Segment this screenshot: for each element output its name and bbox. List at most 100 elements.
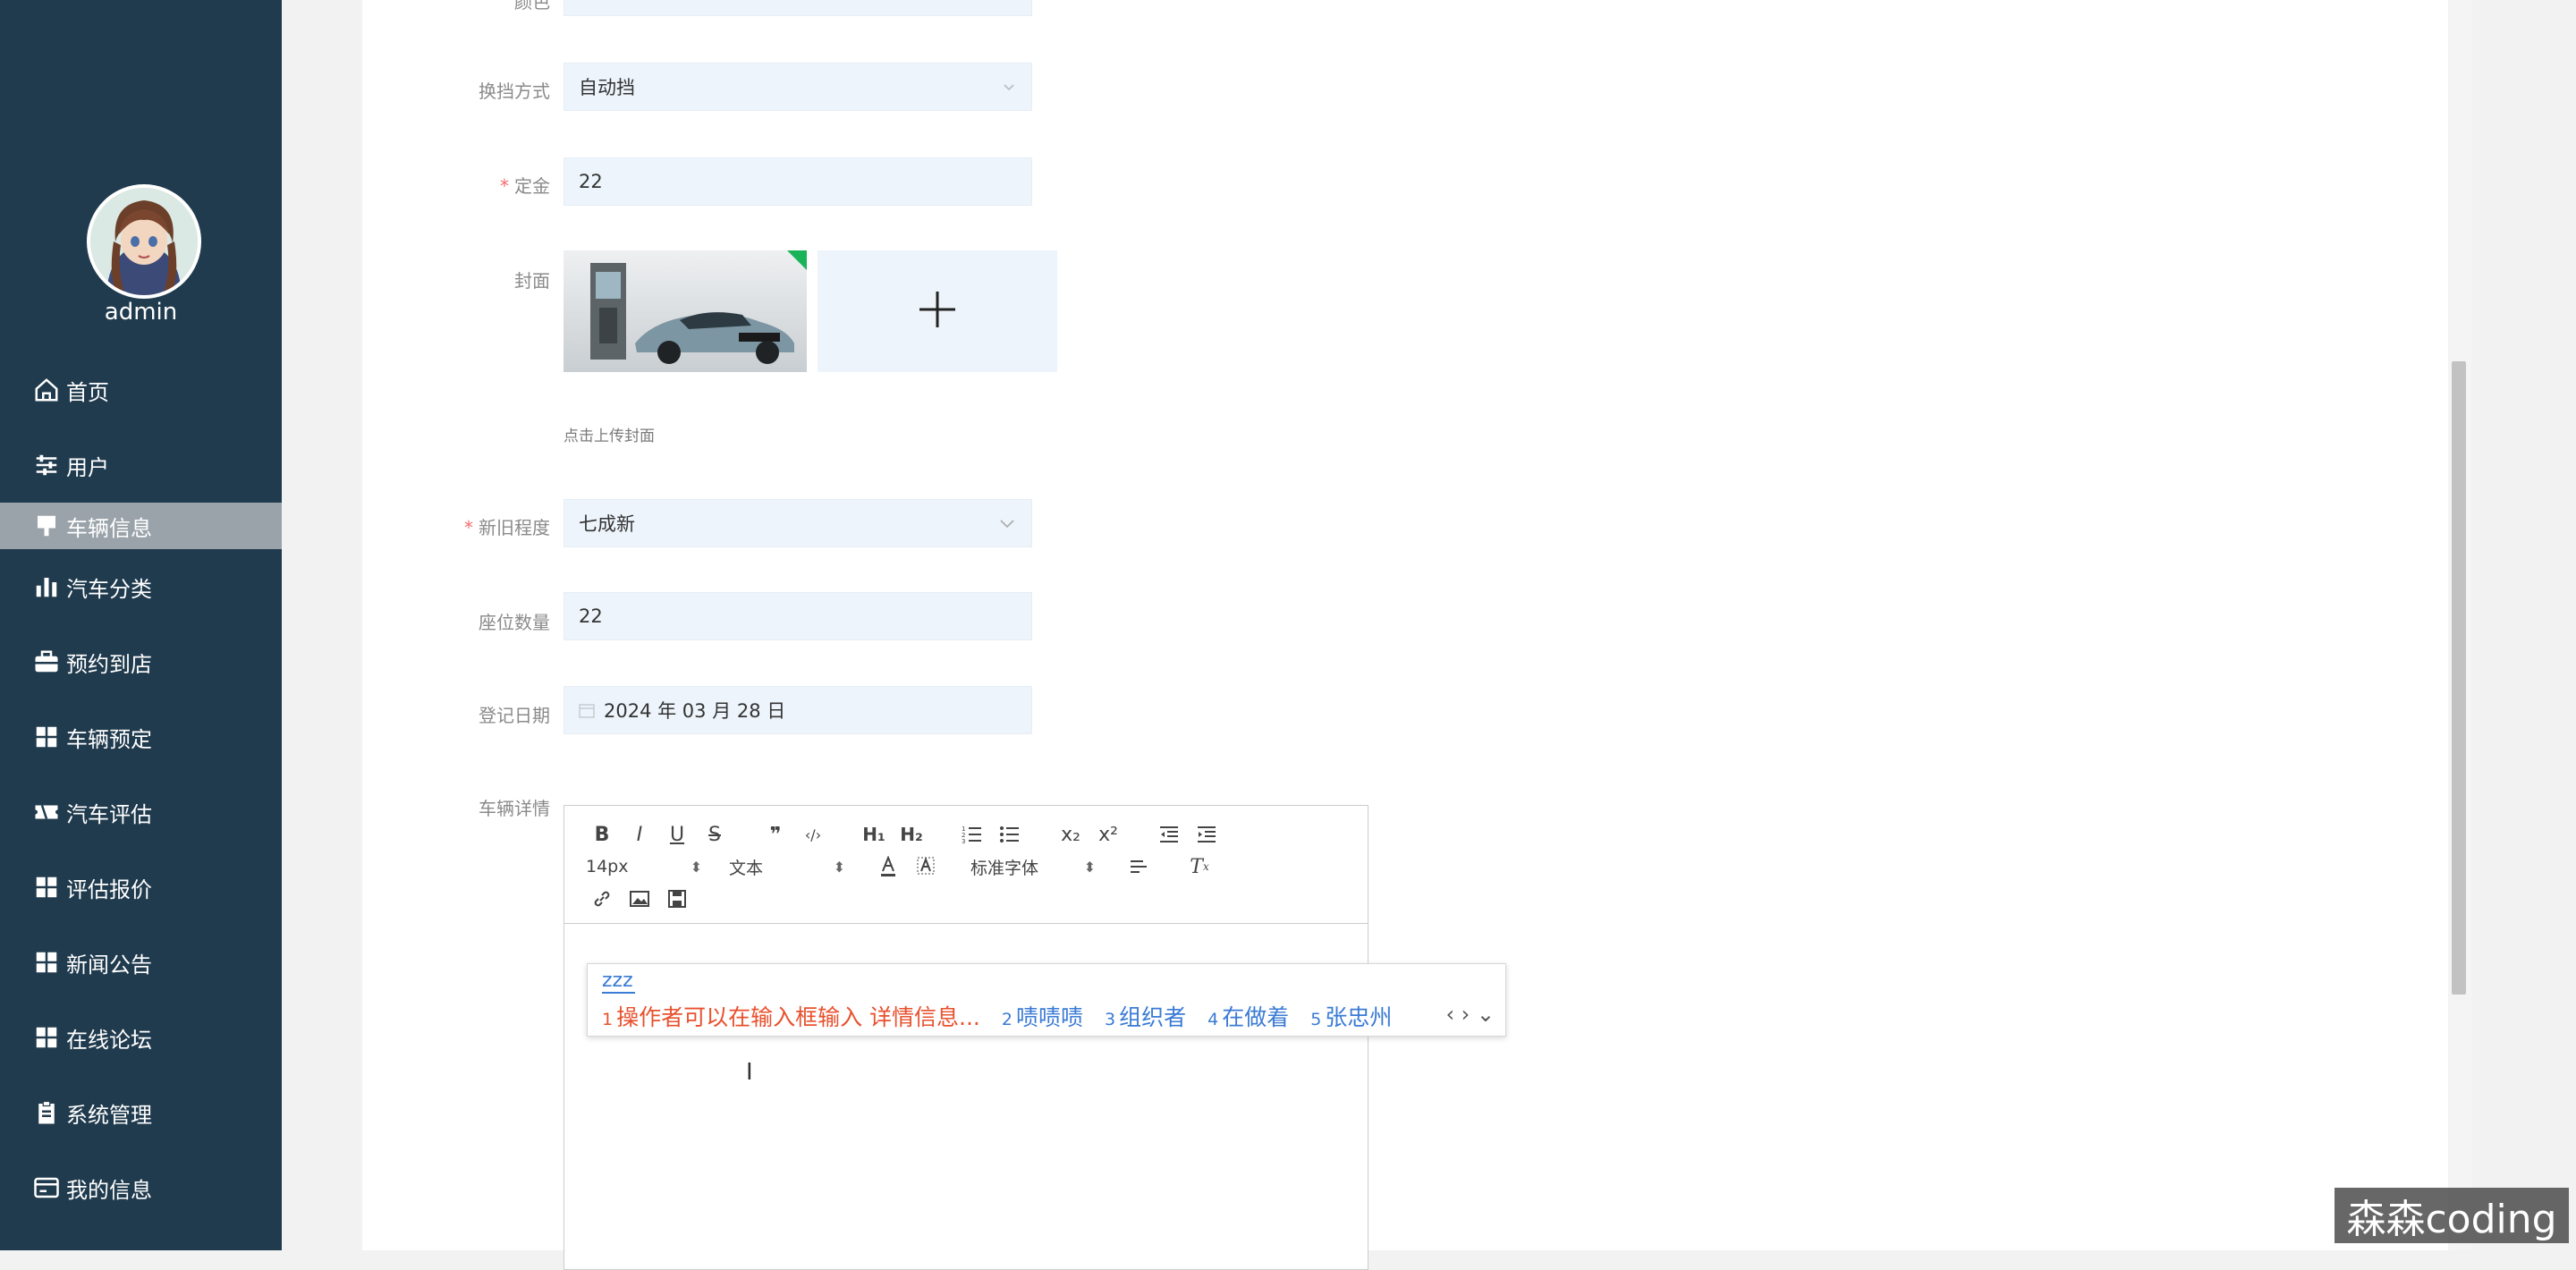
upload-cover-button[interactable] bbox=[818, 250, 1057, 372]
sidebar-item-forum[interactable]: 在线论坛 bbox=[0, 1000, 282, 1075]
sidebar-menu: 首页 用户 车辆信息 汽车分类 预约到店 车辆预定 汽车评估 评估报价 新闻公告… bbox=[0, 352, 282, 1225]
scrollbar-thumb[interactable] bbox=[2452, 361, 2466, 995]
sidebar-item-label: 新闻公告 bbox=[66, 952, 152, 978]
sidebar-item-label: 评估报价 bbox=[66, 876, 152, 902]
align-left-icon[interactable] bbox=[1123, 851, 1155, 882]
candidate-text: 张忠州 bbox=[1325, 1004, 1393, 1030]
sidebar-item-car-evaluation[interactable]: 汽车评估 bbox=[0, 775, 282, 850]
gear-value: 自动挡 bbox=[579, 77, 635, 98]
car-photo bbox=[564, 250, 807, 372]
toolbar-row-1: B I U S ❞ ‹/› H₁ H₂ 123 x₂ x² bbox=[586, 818, 1228, 851]
candidate-index: 4 bbox=[1208, 1010, 1219, 1029]
svg-text:3: 3 bbox=[962, 838, 965, 844]
font-size-value: 14px bbox=[586, 857, 629, 876]
sidebar-item-label: 预约到店 bbox=[66, 651, 152, 677]
ime-candidate[interactable]: 4 在做着 bbox=[1208, 1000, 1289, 1032]
sidebar: admin 首页 用户 车辆信息 汽车分类 预约到店 车辆预定 汽车评估 评估报… bbox=[0, 0, 282, 1250]
sidebar-item-label: 我的信息 bbox=[66, 1177, 152, 1203]
seats-input[interactable]: 22 bbox=[564, 592, 1032, 640]
sidebar-item-label: 用户 bbox=[66, 454, 109, 480]
outdent-icon[interactable] bbox=[1153, 819, 1185, 850]
sidebar-item-car-category[interactable]: 汽车分类 bbox=[0, 549, 282, 624]
reg-date-picker[interactable]: 2024 年 03 月 28 日 bbox=[564, 686, 1032, 734]
ime-candidate[interactable]: 2 啧啧啧 bbox=[1002, 1000, 1083, 1032]
candidate-text: 在做着 bbox=[1222, 1004, 1290, 1030]
scrollbar[interactable] bbox=[2448, 0, 2471, 1250]
select-arrows-icon: ⬍ bbox=[1083, 858, 1096, 876]
candidate-text: 操作者可以在输入框输入 详情信息... bbox=[616, 1004, 980, 1030]
sidebar-item-news[interactable]: 新闻公告 bbox=[0, 925, 282, 1000]
seats-value: 22 bbox=[579, 605, 603, 627]
sidebar-item-label: 系统管理 bbox=[66, 1102, 152, 1128]
ime-candidate[interactable]: 5 张忠州 bbox=[1310, 1000, 1392, 1032]
bullet-list-icon[interactable] bbox=[994, 819, 1026, 850]
sidebar-item-label: 在线论坛 bbox=[66, 1027, 152, 1053]
candidate-index: 2 bbox=[1001, 1010, 1013, 1029]
image-icon[interactable] bbox=[623, 884, 656, 914]
gear-select[interactable]: 自动挡 bbox=[564, 63, 1032, 111]
font-color-icon[interactable] bbox=[872, 851, 904, 882]
italic-button[interactable]: I bbox=[623, 819, 656, 850]
font-family-select[interactable]: 标准字体 ⬍ bbox=[970, 855, 1096, 879]
indent-icon[interactable] bbox=[1191, 819, 1223, 850]
block-type-select[interactable]: 文本 ⬍ bbox=[729, 855, 845, 879]
ime-candidate[interactable]: 1 操作者可以在输入框输入 详情信息... bbox=[602, 1000, 980, 1032]
condition-value: 七成新 bbox=[579, 513, 635, 535]
gear-label: 换挡方式 bbox=[479, 80, 550, 102]
superscript-button[interactable]: x² bbox=[1092, 819, 1124, 850]
block-type-value: 文本 bbox=[729, 858, 764, 878]
sidebar-item-label: 车辆信息 bbox=[66, 515, 152, 541]
clear-format-icon[interactable]: Tx bbox=[1183, 851, 1216, 882]
sidebar-item-vehicle-booking[interactable]: 车辆预定 bbox=[0, 699, 282, 775]
home-icon bbox=[32, 376, 61, 404]
underline-button[interactable]: U bbox=[661, 819, 693, 850]
sidebar-item-evaluation-quote[interactable]: 评估报价 bbox=[0, 850, 282, 925]
bold-button[interactable]: B bbox=[586, 819, 618, 850]
rich-text-editor[interactable]: B I U S ❞ ‹/› H₁ H₂ 123 x₂ x² 14px ⬍ 文本 … bbox=[564, 805, 1368, 1270]
code-block-button[interactable]: ‹/› bbox=[797, 819, 829, 850]
color-label: 颜色 bbox=[514, 0, 550, 13]
candidate-index: 1 bbox=[602, 1010, 614, 1029]
avatar[interactable] bbox=[87, 184, 201, 299]
sidebar-item-vehicle-info[interactable]: 车辆信息 bbox=[0, 503, 282, 549]
deposit-input[interactable]: 22 bbox=[564, 157, 1032, 206]
sidebar-item-users[interactable]: 用户 bbox=[0, 428, 282, 503]
ime-candidate[interactable]: 3 组织者 bbox=[1105, 1000, 1186, 1032]
strike-button[interactable]: S bbox=[699, 819, 731, 850]
required-mark: * bbox=[464, 517, 473, 538]
grid-icon bbox=[32, 948, 61, 977]
required-mark: * bbox=[500, 175, 509, 197]
briefcase-icon bbox=[32, 648, 61, 676]
card-icon bbox=[32, 1173, 61, 1202]
sidebar-item-label: 汽车评估 bbox=[66, 801, 152, 827]
sidebar-item-system[interactable]: 系统管理 bbox=[0, 1075, 282, 1150]
subscript-button[interactable]: x₂ bbox=[1055, 819, 1087, 850]
ime-composition: zzz bbox=[602, 969, 635, 994]
sidebar-item-my-info[interactable]: 我的信息 bbox=[0, 1150, 282, 1225]
video-icon[interactable] bbox=[661, 884, 693, 914]
cover-image[interactable] bbox=[564, 250, 807, 372]
grid-icon bbox=[32, 873, 61, 902]
sidebar-item-home[interactable]: 首页 bbox=[0, 352, 282, 428]
ime-page-nav[interactable]: ‹ › ⌄ bbox=[1445, 1002, 1495, 1027]
username: admin bbox=[104, 299, 178, 326]
h1-button[interactable]: H₁ bbox=[858, 819, 890, 850]
link-icon[interactable] bbox=[586, 884, 618, 914]
calendar-icon bbox=[579, 702, 595, 718]
condition-label-text: 新旧程度 bbox=[479, 517, 550, 538]
h2-button[interactable]: H₂ bbox=[895, 819, 928, 850]
ordered-list-icon[interactable]: 123 bbox=[956, 819, 988, 850]
background-color-icon[interactable] bbox=[910, 851, 942, 882]
condition-select[interactable]: 七成新 bbox=[564, 499, 1032, 547]
chevron-down-icon bbox=[999, 512, 1015, 534]
reg-date-value: 2024 年 03 月 28 日 bbox=[604, 700, 786, 722]
font-size-select[interactable]: 14px ⬍ bbox=[586, 857, 702, 876]
avatar-image bbox=[90, 188, 198, 295]
color-field[interactable] bbox=[564, 0, 1032, 16]
sidebar-item-label: 汽车分类 bbox=[66, 576, 152, 602]
deposit-label-text: 定金 bbox=[514, 175, 550, 197]
candidate-text: 啧啧啧 bbox=[1015, 1004, 1083, 1030]
sidebar-item-store-appointment[interactable]: 预约到店 bbox=[0, 624, 282, 699]
blockquote-button[interactable]: ❞ bbox=[759, 819, 792, 850]
ticket-icon bbox=[32, 798, 61, 826]
